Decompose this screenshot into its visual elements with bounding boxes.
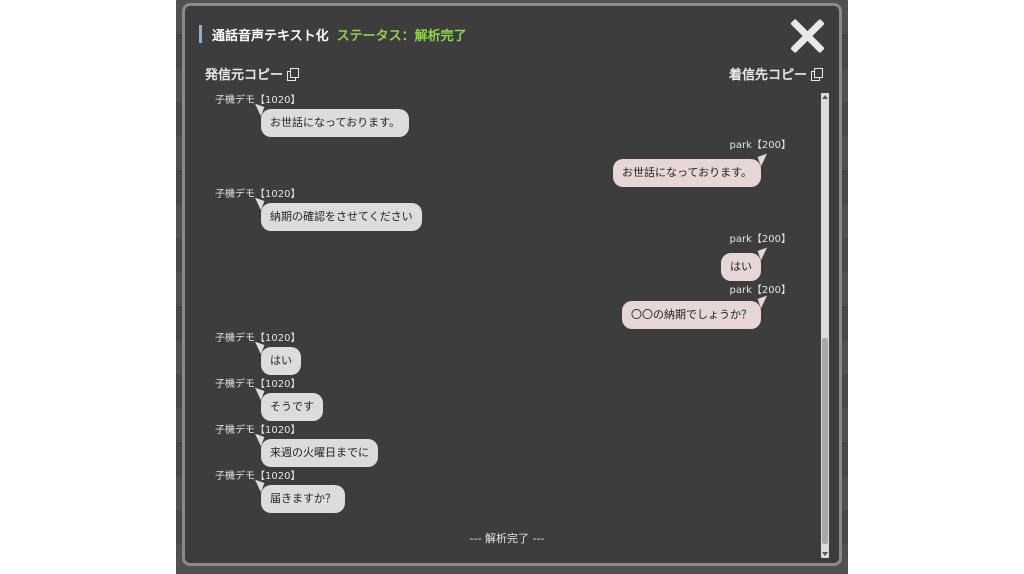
scroll-up-icon[interactable] [822, 95, 828, 99]
copy-caller-button[interactable]: 発信元コピー [205, 64, 300, 83]
chat-transcript: 子機デモ【1020】 お世話になっております。 park【200】 お世話になっ… [185, 91, 829, 547]
transcription-modal: 通話音声テキスト化 ステータス：解析完了 発信元コピー 着信先コピー 子機デモ【… [182, 3, 842, 566]
copy-icon [811, 67, 823, 81]
copy-callee-label: 着信先コピー [728, 68, 807, 83]
message-bubble-callee: 〇〇の納期でしょうか？ [622, 301, 761, 329]
speaker-name: park【200】 [729, 234, 791, 245]
speaker-name: park【200】 [729, 140, 791, 151]
message-bubble-caller: はい [261, 347, 301, 375]
status-label: ステータス：解析完了 [336, 28, 467, 44]
scrollbar[interactable] [821, 93, 829, 558]
modal-header: 通話音声テキスト化 ステータス：解析完了 [199, 24, 467, 44]
speaker-name: park【200】 [729, 285, 791, 296]
close-icon[interactable] [789, 18, 825, 54]
copy-callee-button[interactable]: 着信先コピー [729, 64, 823, 83]
modal-title: 通話音声テキスト化 [212, 28, 329, 44]
analysis-complete-label: --- 解析完了 --- [469, 532, 545, 545]
message-bubble-caller: そうです [261, 393, 323, 421]
message-bubble-caller: お世話になっております。 [261, 109, 410, 137]
message-bubble-caller: 来週の火曜日までに [261, 439, 378, 467]
message-bubble-caller: 届きますか？ [261, 485, 345, 513]
message-bubble-callee: はい [721, 253, 761, 281]
scroll-thumb[interactable] [822, 338, 828, 544]
copy-icon [287, 67, 300, 81]
copy-caller-label: 発信元コピー [205, 68, 284, 83]
title-accent-bar [199, 25, 202, 43]
message-bubble-caller: 納期の確認をさせてください [261, 203, 422, 231]
scroll-down-icon[interactable] [822, 552, 828, 556]
message-bubble-callee: お世話になっております。 [612, 159, 761, 187]
